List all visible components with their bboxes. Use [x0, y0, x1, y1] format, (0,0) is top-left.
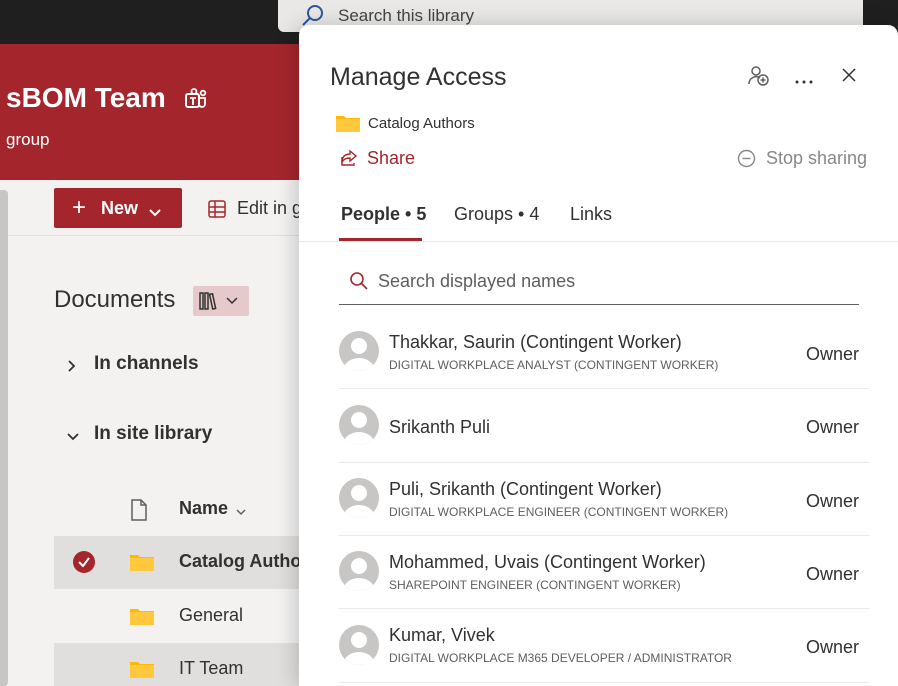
file-row[interactable]: General: [54, 590, 304, 643]
documents-heading: Documents: [54, 286, 176, 313]
chevron-right-icon: [66, 357, 78, 379]
folder-icon: [130, 553, 154, 576]
more-options-icon[interactable]: [794, 72, 814, 90]
panel-title: Manage Access: [330, 63, 507, 91]
tab-groups[interactable]: Groups • 4: [454, 204, 539, 225]
permission-level[interactable]: Owner: [806, 491, 859, 512]
active-tab-indicator: [339, 238, 422, 241]
site-subtitle: group: [6, 130, 50, 149]
avatar-icon: [339, 478, 379, 518]
name-column-label: Name: [179, 498, 229, 518]
person-title: SHAREPOINT ENGINEER (CONTINGENT WORKER): [389, 578, 681, 592]
person-title: DIGITAL WORKPLACE M365 DEVELOPER / ADMIN…: [389, 651, 732, 665]
new-button-label: New: [101, 198, 139, 218]
permission-level[interactable]: Owner: [806, 417, 859, 438]
left-scrollbar[interactable]: [0, 190, 8, 686]
stop-icon: [737, 149, 756, 173]
file-name[interactable]: General: [179, 605, 243, 626]
name-column-header[interactable]: Name: [179, 498, 246, 519]
person-row[interactable]: Srikanth Puli Owner: [339, 390, 869, 463]
person-name: Puli, Srikanth (Contingent Worker): [389, 479, 662, 499]
folder-icon: [336, 114, 360, 137]
person-name: Mohammed, Uvais (Contingent Worker): [389, 552, 706, 572]
plus-icon: +: [72, 194, 87, 221]
shared-item-name: Catalog Authors: [368, 115, 475, 132]
share-icon: [340, 149, 358, 172]
grid-icon: [207, 199, 227, 224]
person-row[interactable]: Kumar, Vivek DIGITAL WORKPLACE M365 DEVE…: [339, 610, 869, 683]
access-tabs: People • 5 Groups • 4 Links: [299, 190, 898, 242]
permission-level[interactable]: Owner: [806, 637, 859, 658]
manage-access-panel: Manage Access Catalog Authors Share Stop…: [299, 25, 898, 686]
person-row[interactable]: Puli, Srikanth (Contingent Worker) DIGIT…: [339, 463, 869, 536]
new-button[interactable]: + New: [54, 188, 182, 228]
teams-icon[interactable]: [184, 88, 208, 115]
library-search-placeholder: Search this library: [338, 6, 475, 25]
close-icon[interactable]: [841, 67, 857, 88]
folder-icon: [130, 607, 154, 630]
permission-level[interactable]: Owner: [806, 344, 859, 365]
person-title: DIGITAL WORKPLACE ANALYST (CONTINGENT WO…: [389, 358, 719, 372]
permission-level[interactable]: Owner: [806, 564, 859, 585]
library-icon: [199, 291, 241, 316]
avatar-icon: [339, 625, 379, 665]
people-search-input[interactable]: Search displayed names: [339, 263, 859, 305]
tree-item-label: In channels: [94, 353, 199, 374]
folder-icon: [130, 660, 154, 683]
view-options-button[interactable]: [193, 286, 249, 316]
avatar-icon: [339, 331, 379, 371]
chevron-down-icon: [235, 502, 247, 523]
edit-in-grid-label: Edit in g: [237, 198, 303, 218]
tree-item-label: In site library: [94, 423, 213, 444]
chevron-down-icon: [66, 427, 80, 449]
file-row[interactable]: IT Team: [54, 643, 304, 686]
tab-links[interactable]: Links: [570, 204, 612, 225]
file-name[interactable]: Catalog Author: [179, 551, 308, 572]
file-type-icon: [130, 499, 148, 526]
stop-sharing-label: Stop sharing: [766, 148, 868, 168]
avatar-icon: [339, 405, 379, 445]
person-name: Kumar, Vivek: [389, 625, 495, 645]
person-name: Thakkar, Saurin (Contingent Worker): [389, 332, 682, 352]
person-title: DIGITAL WORKPLACE ENGINEER (CONTINGENT W…: [389, 505, 729, 519]
checkmark-icon[interactable]: [73, 551, 95, 573]
people-search-placeholder: Search displayed names: [378, 271, 576, 291]
avatar-icon: [339, 551, 379, 591]
tab-people[interactable]: People • 5: [341, 204, 426, 225]
file-name[interactable]: IT Team: [179, 658, 243, 679]
file-row[interactable]: Catalog Author: [54, 536, 308, 589]
person-row[interactable]: Mohammed, Uvais (Contingent Worker) SHAR…: [339, 536, 869, 609]
chevron-down-icon: [148, 202, 162, 223]
person-row[interactable]: Thakkar, Saurin (Contingent Worker) DIGI…: [339, 316, 869, 389]
add-person-icon[interactable]: [748, 65, 770, 92]
share-label: Share: [367, 148, 416, 168]
site-title[interactable]: sBOM Team: [6, 82, 166, 114]
search-icon: [349, 271, 369, 296]
person-name: Srikanth Puli: [389, 417, 491, 437]
